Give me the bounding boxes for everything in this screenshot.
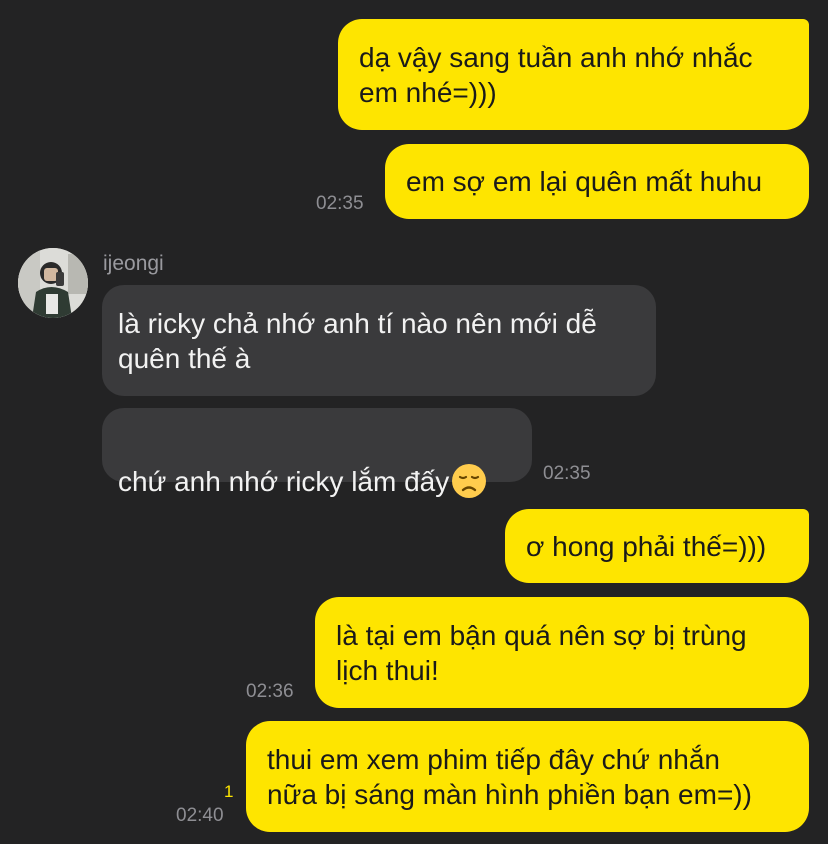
message-timestamp: 02:36 <box>246 681 294 702</box>
outgoing-message-bubble[interactable]: ơ hong phải thế=))) <box>505 509 809 583</box>
outgoing-message-bubble[interactable]: dạ vậy sang tuần anh nhớ nhắc em nhé=))) <box>338 19 809 130</box>
outgoing-message-bubble[interactable]: là tại em bận quá nên sợ bị trùng lịch t… <box>315 597 809 708</box>
contact-avatar[interactable] <box>18 248 88 318</box>
sender-name: ijeongi <box>103 252 164 275</box>
outgoing-message-bubble[interactable]: em sợ em lại quên mất huhu <box>385 144 809 219</box>
message-text: chứ anh nhớ ricky lắm đấy <box>118 466 450 497</box>
outgoing-message-bubble[interactable]: thui em xem phim tiếp đây chứ nhắn nữa b… <box>246 721 809 832</box>
message-timestamp: 02:40 <box>176 805 224 826</box>
incoming-message-bubble[interactable]: chứ anh nhớ ricky lắm đấy <box>102 408 532 498</box>
unread-count: 1 <box>224 782 234 801</box>
incoming-message-bubble[interactable]: là ricky chả nhớ anh tí nào nên mới dễ q… <box>102 285 656 396</box>
message-timestamp: 02:35 <box>543 463 591 484</box>
message-timestamp: 02:35 <box>316 193 364 214</box>
disappointed-face-icon <box>451 463 487 507</box>
profile-photo-avatar <box>18 248 88 318</box>
chat-room: dạ vậy sang tuần anh nhớ nhắc em nhé=)))… <box>0 0 828 844</box>
